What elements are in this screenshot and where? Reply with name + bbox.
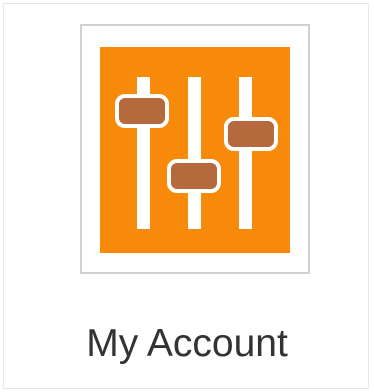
slider-track-middle [188,77,201,229]
my-account-tile[interactable]: My Account [3,3,369,389]
slider-knob-left [115,94,169,128]
slider-knob-right [224,117,278,151]
icon-frame [80,24,310,274]
sliders-settings-icon [100,47,290,253]
tile-label: My Account [86,322,288,365]
slider-knob-middle [167,159,221,193]
slider-track-right [239,77,252,229]
